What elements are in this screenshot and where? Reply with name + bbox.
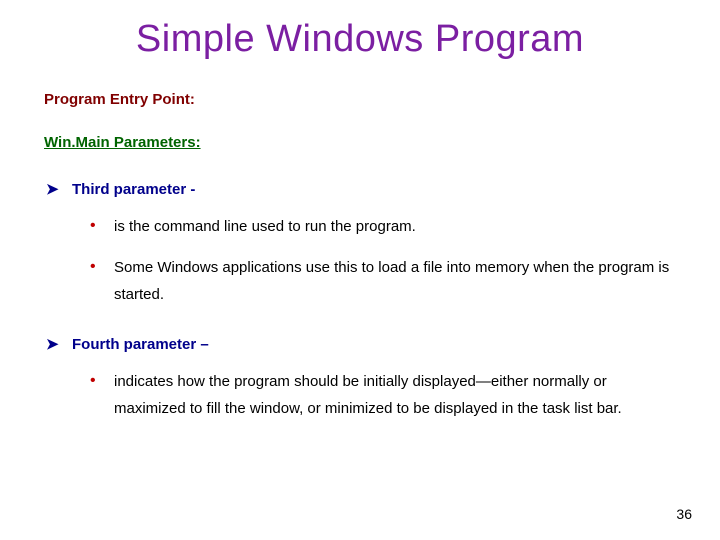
page-number: 36 [676,506,692,522]
list-item-text: indicates how the program should be init… [114,368,676,422]
bullet-icon: • [90,368,102,394]
bullet-icon: • [90,213,102,239]
list-item: • indicates how the program should be in… [90,368,676,422]
param-fourth-list: • indicates how the program should be in… [90,368,676,422]
param-fourth-heading-row: ➤ Fourth parameter – [46,336,676,354]
arrow-icon: ➤ [46,181,62,199]
slide: Simple Windows Program Program Entry Poi… [0,0,720,540]
list-item-text: is the command line used to run the prog… [114,213,676,240]
list-item-text: Some Windows applications use this to lo… [114,254,676,308]
slide-title: Simple Windows Program [0,0,720,69]
bullet-icon: • [90,254,102,280]
section-entry-point: Program Entry Point: [44,91,676,108]
list-item: • is the command line used to run the pr… [90,213,676,240]
param-fourth-heading: Fourth parameter – [72,336,209,353]
list-item: • Some Windows applications use this to … [90,254,676,308]
arrow-icon: ➤ [46,336,62,354]
param-third-heading: Third parameter - [72,181,195,198]
section-winmain-params: Win.Main Parameters: [44,134,676,151]
slide-content: Program Entry Point: Win.Main Parameters… [0,69,720,422]
param-third-heading-row: ➤ Third parameter - [46,181,676,199]
param-third-list: • is the command line used to run the pr… [90,213,676,308]
